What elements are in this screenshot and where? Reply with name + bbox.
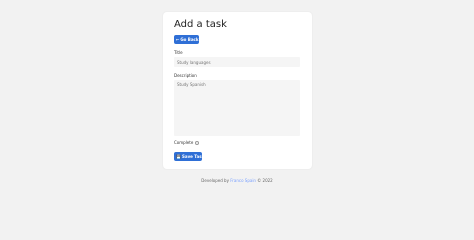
save-task-label: Save Task (181, 154, 205, 159)
footer-copyright: © 2022 (257, 178, 273, 183)
save-task-button[interactable]: 💾 Save Task (174, 152, 205, 161)
description-textarea[interactable] (174, 80, 300, 136)
footer: Developed by Franco Spain © 2022 (0, 178, 474, 183)
save-icon: 💾 (176, 153, 181, 159)
footer-prefix: Developed by (201, 178, 229, 183)
go-back-label: Go Back (180, 37, 199, 42)
go-back-button[interactable]: ← Go Back (174, 35, 199, 44)
title-label: Title (174, 50, 183, 55)
title-input[interactable] (174, 57, 300, 67)
page-title: Add a task (174, 19, 227, 30)
description-label: Description (174, 73, 197, 78)
author-link[interactable]: Franco Spain (230, 178, 256, 183)
add-task-card: Add a task ← Go Back Title Description C… (163, 12, 312, 169)
complete-label: Complete (174, 140, 194, 145)
complete-checkbox[interactable] (195, 141, 199, 145)
arrow-left-icon: ← (176, 36, 180, 42)
